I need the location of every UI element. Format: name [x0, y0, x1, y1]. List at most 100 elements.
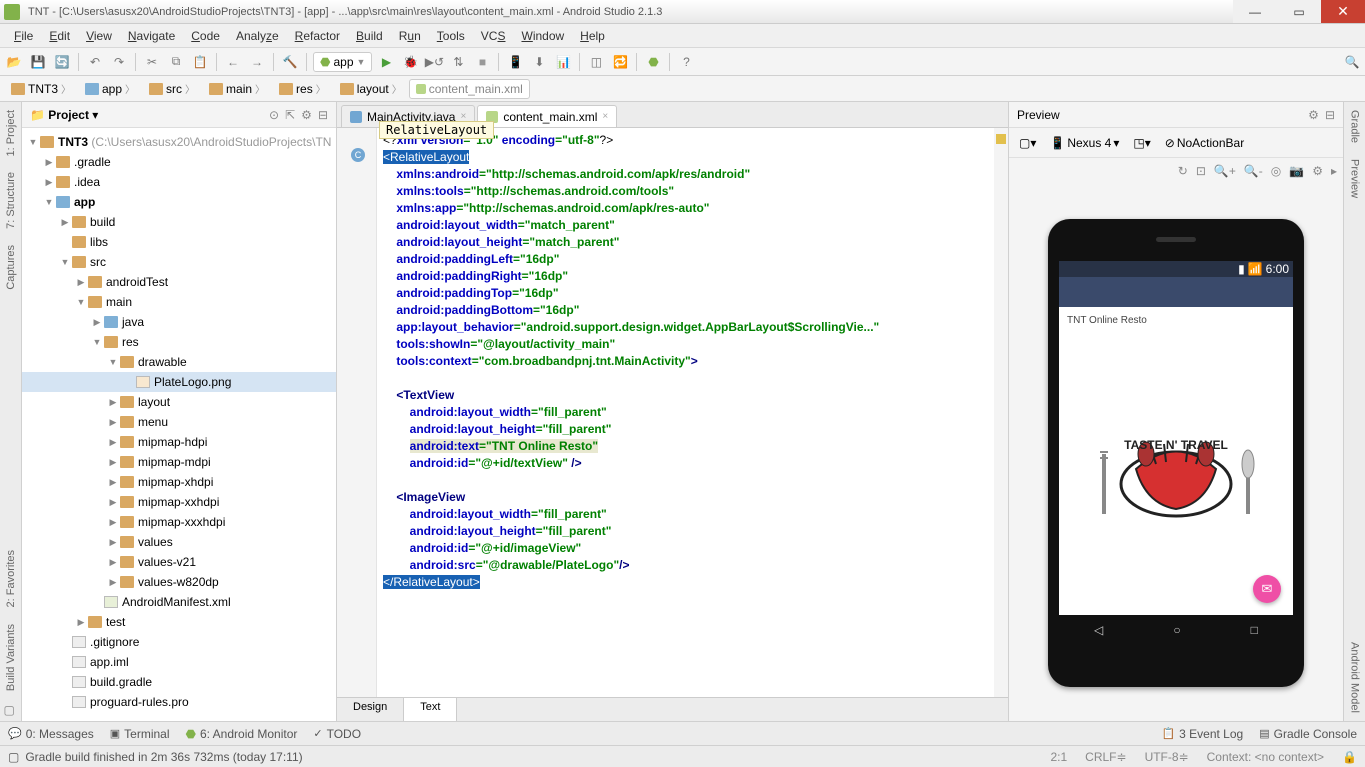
class-gutter-icon[interactable]: C: [351, 148, 365, 162]
paste-icon[interactable]: 📋: [190, 52, 210, 72]
run-icon[interactable]: ▶: [376, 52, 396, 72]
status-context[interactable]: Context: <no context>: [1207, 750, 1324, 764]
menu-analyze[interactable]: Analyze: [228, 26, 287, 46]
status-git-icon[interactable]: 🔒: [1342, 750, 1357, 764]
hide-icon[interactable]: ⊟: [318, 108, 328, 122]
settings-preview-icon[interactable]: ⚙: [1312, 164, 1323, 178]
device-selector[interactable]: 📱Nexus 4▾: [1046, 134, 1123, 152]
tool-build-variants[interactable]: Build Variants: [5, 616, 17, 699]
menu-vcs[interactable]: VCS: [473, 26, 514, 46]
menu-refactor[interactable]: Refactor: [287, 26, 348, 46]
refresh-icon[interactable]: ↻: [1178, 164, 1188, 178]
tool-favorites[interactable]: 2: Favorites: [5, 542, 17, 615]
api-selector[interactable]: ◳▾: [1129, 134, 1154, 152]
sync-gradle-icon[interactable]: 🔁: [610, 52, 630, 72]
maximize-button[interactable]: ▭: [1277, 0, 1321, 23]
monitor-icon[interactable]: 📊: [553, 52, 573, 72]
theme-selector[interactable]: ⊘NoActionBar: [1161, 134, 1248, 152]
editor-bottom-tabs: Design Text: [337, 697, 1008, 721]
hide-preview-icon[interactable]: ⊟: [1325, 108, 1335, 122]
status-encoding[interactable]: UTF-8≑: [1145, 750, 1189, 764]
tool-structure[interactable]: 7: Structure: [5, 164, 17, 237]
fab-icon: ✉: [1253, 575, 1281, 603]
menu-run[interactable]: Run: [391, 26, 429, 46]
svg-text:TASTE N' TRAVEL: TASTE N' TRAVEL: [1124, 438, 1228, 452]
project-tree[interactable]: ▼TNT3 (C:\Users\asusx20\AndroidStudioPro…: [22, 128, 336, 721]
crumb-layout[interactable]: layout〉: [333, 78, 409, 99]
text-tab[interactable]: Text: [404, 698, 457, 721]
crumb-home[interactable]: TNT3〉: [4, 78, 78, 99]
tree-selected-item[interactable]: PlateLogo.png: [22, 372, 336, 392]
debug-icon[interactable]: 🐞: [400, 52, 420, 72]
screenshot-icon[interactable]: 📷: [1289, 164, 1304, 178]
scroll-icon[interactable]: ⇱: [285, 108, 295, 122]
cut-icon[interactable]: ✂: [142, 52, 162, 72]
menu-view[interactable]: View: [78, 26, 120, 46]
redo-icon[interactable]: ↷: [109, 52, 129, 72]
copy-icon[interactable]: ⧉: [166, 52, 186, 72]
tool-captures[interactable]: Captures: [5, 237, 17, 298]
status-position[interactable]: 2:1: [1050, 750, 1067, 764]
more-icon[interactable]: ▸: [1331, 164, 1337, 178]
crumb-res[interactable]: res〉: [272, 78, 333, 99]
forward-icon[interactable]: →: [247, 52, 267, 72]
back-icon[interactable]: ←: [223, 52, 243, 72]
menu-file[interactable]: File: [6, 26, 41, 46]
attach-icon[interactable]: ⇅: [448, 52, 468, 72]
crumb-file[interactable]: content_main.xml: [409, 79, 530, 99]
menu-window[interactable]: Window: [513, 26, 572, 46]
menu-help[interactable]: Help: [572, 26, 613, 46]
warning-stripe-icon[interactable]: [996, 134, 1006, 144]
design-tab[interactable]: Design: [337, 698, 404, 721]
avd-icon[interactable]: 📱: [505, 52, 525, 72]
menu-tools[interactable]: Tools: [429, 26, 473, 46]
tool-gradle[interactable]: Gradle: [1349, 102, 1361, 151]
preview-textview: TNT Online Resto: [1059, 307, 1293, 334]
status-line-sep[interactable]: CRLF≑: [1085, 750, 1126, 764]
crumb-main[interactable]: main〉: [202, 78, 272, 99]
rerun-icon[interactable]: ▶↺: [424, 52, 444, 72]
tab-contentmain[interactable]: content_main.xml×: [477, 105, 617, 127]
tool-gradle-console[interactable]: ▤ Gradle Console: [1259, 727, 1357, 741]
overlay-icon[interactable]: ◎: [1271, 164, 1281, 178]
structure-icon[interactable]: ◫: [586, 52, 606, 72]
sync-icon[interactable]: 🔄: [52, 52, 72, 72]
search-icon[interactable]: 🔍: [1343, 53, 1361, 71]
save-icon[interactable]: 💾: [28, 52, 48, 72]
tool-android-monitor[interactable]: ⬣ 6: Android Monitor: [186, 727, 298, 741]
tool-todo[interactable]: ✓ TODO: [313, 727, 361, 741]
zoom-out-icon[interactable]: 🔍-: [1244, 164, 1263, 178]
crumb-src[interactable]: src〉: [142, 78, 202, 99]
menu-code[interactable]: Code: [183, 26, 228, 46]
gear-icon[interactable]: ⚙: [1308, 108, 1319, 122]
collapse-icon[interactable]: ⊙: [269, 108, 279, 122]
tool-messages[interactable]: 💬 0: Messages: [8, 727, 94, 741]
close-button[interactable]: ✕: [1321, 0, 1365, 23]
run-config-selector[interactable]: ⬣ app ▼: [313, 52, 372, 72]
tool-event-log[interactable]: 📋 3 Event Log: [1161, 727, 1243, 741]
settings-icon[interactable]: ⚙: [301, 108, 312, 122]
menu-build[interactable]: Build: [348, 26, 391, 46]
menu-edit[interactable]: Edit: [41, 26, 78, 46]
make-icon[interactable]: 🔨: [280, 52, 300, 72]
tool-project[interactable]: 1: Project: [5, 102, 17, 164]
tool-android-model[interactable]: Android Model: [1349, 634, 1361, 721]
orientation-selector[interactable]: ▢▾: [1015, 134, 1040, 152]
tool-terminal[interactable]: ▣ Terminal: [110, 727, 170, 741]
undo-icon[interactable]: ↶: [85, 52, 105, 72]
status-lock-icon[interactable]: ▢: [8, 750, 19, 764]
preview-panel: Preview ⚙ ⊟ ▢▾ 📱Nexus 4▾ ◳▾ ⊘NoActionBar…: [1008, 102, 1343, 721]
stop-icon[interactable]: ■: [472, 52, 492, 72]
android-sdk-icon[interactable]: ⬣: [643, 52, 663, 72]
help-icon[interactable]: ?: [676, 52, 696, 72]
tool-preview[interactable]: Preview: [1349, 151, 1361, 206]
sdk-icon[interactable]: ⬇: [529, 52, 549, 72]
project-selector[interactable]: 📁 Project ▾: [30, 108, 98, 122]
zoom-in-icon[interactable]: 🔍+: [1214, 164, 1236, 178]
open-icon[interactable]: 📂: [4, 52, 24, 72]
zoom-fit-icon[interactable]: ⊡: [1196, 164, 1206, 178]
code-editor[interactable]: C <?xml version="1.0" encoding="utf-8"?>…: [337, 128, 1008, 697]
menu-navigate[interactable]: Navigate: [120, 26, 183, 46]
crumb-app[interactable]: app〉: [78, 78, 142, 99]
minimize-button[interactable]: —: [1233, 0, 1277, 23]
